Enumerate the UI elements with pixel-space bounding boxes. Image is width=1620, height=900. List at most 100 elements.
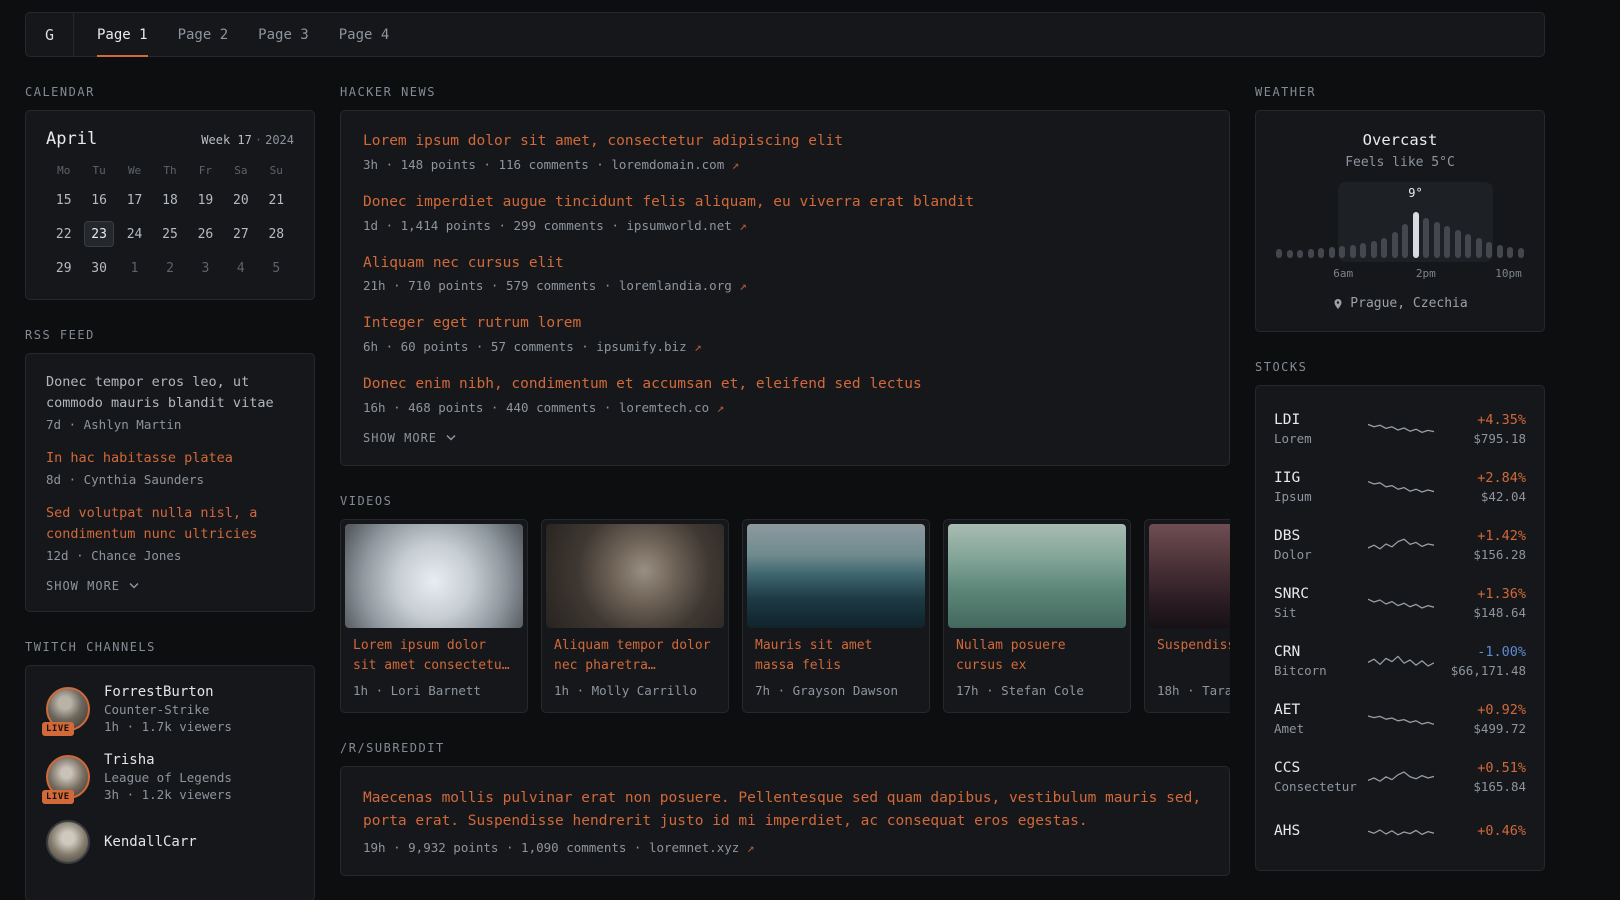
widget-label-stocks: STOCKS: [1255, 360, 1545, 374]
hackernews-item-title[interactable]: Lorem ipsum dolor sit amet, consectetur …: [363, 131, 1207, 153]
stock-row[interactable]: CRNBitcorn-1.00%$66,171.48: [1274, 632, 1526, 690]
stock-row[interactable]: DBSDolor+1.42%$156.28: [1274, 516, 1526, 574]
calendar-header: April Week 17·2024: [46, 129, 294, 149]
video-card[interactable]: Suspendisse diam 18h · Tara: [1144, 519, 1230, 713]
rss-item-meta: 12d · Chance Jones: [46, 548, 294, 563]
stock-values: +0.92% $499.72: [1442, 702, 1526, 736]
rss-list: Donec tempor eros leo, ut commodo mauris…: [46, 372, 294, 563]
video-meta: 17h · Stefan Cole: [956, 683, 1118, 698]
app-logo[interactable]: G: [26, 13, 74, 56]
hackernews-show-more-label: SHOW MORE: [363, 431, 437, 445]
weather-feels-like: Feels like 5°C: [1276, 155, 1524, 170]
weather-bar: [1360, 243, 1366, 258]
calendar-card: April Week 17·2024 MoTuWeThFrSaSu1516171…: [25, 110, 315, 300]
calendar-day: 25: [155, 221, 185, 247]
live-badge: LIVE: [42, 722, 74, 736]
rss-item-title[interactable]: Donec tempor eros leo, ut commodo mauris…: [46, 372, 294, 414]
hackernews-item-meta: 3h · 148 points · 116 comments · loremdo…: [363, 157, 1207, 172]
stocks-card: LDILorem+4.35%$795.18 IIG Ipsum +2.84%$42.0…: [1255, 385, 1545, 871]
hackernews-widget: HACKER NEWS Lorem ipsum dolor sit amet, …: [340, 85, 1230, 466]
hackernews-item-title[interactable]: Donec enim nibh, condimentum et accumsan…: [363, 374, 1207, 396]
stock-row[interactable]: AHS+0.46%: [1274, 806, 1526, 856]
weather-bar: [1455, 230, 1461, 258]
calendar-day: 24: [120, 221, 150, 247]
stock-row[interactable]: SNRCSit+1.36%$148.64: [1274, 574, 1526, 632]
rss-item-title[interactable]: In hac habitasse platea: [46, 448, 294, 469]
stock-sparkline: [1368, 818, 1434, 844]
hackernews-item: Integer eget rutrum lorem 6h · 60 points …: [363, 313, 1207, 354]
video-card-body: Mauris sit amet massa felis7h · Grayson …: [747, 628, 925, 708]
hackernews-item: Donec enim nibh, condimentum et accumsan…: [363, 374, 1207, 415]
weather-bar: [1371, 241, 1377, 258]
video-title[interactable]: Suspendisse diam: [1157, 636, 1230, 676]
video-thumbnail: [747, 524, 925, 628]
subreddit-item-title[interactable]: Maecenas mollis pulvinar erat non posuer…: [363, 787, 1207, 833]
stock-identity: CCSConsectetur: [1274, 760, 1360, 794]
rss-show-more-button[interactable]: SHOW MORE: [46, 579, 294, 593]
rss-card: Donec tempor eros leo, ut commodo mauris…: [25, 353, 315, 612]
video-card[interactable]: Mauris sit amet massa felis7h · Grayson …: [742, 519, 930, 713]
rss-item-title[interactable]: Sed volutpat nulla nisl, a condimentum n…: [46, 503, 294, 545]
hackernews-item-meta: 21h · 710 points · 579 comments · loreml…: [363, 278, 1207, 293]
video-card[interactable]: Lorem ipsum dolor sit amet consectetu…1h…: [340, 519, 528, 713]
stock-spark-wrap: [1368, 648, 1434, 674]
video-meta: 18h · Tara: [1157, 683, 1230, 698]
tab-page-4[interactable]: Page 4: [324, 13, 405, 56]
stock-ticker: IIG: [1274, 470, 1360, 486]
calendar-day: 5: [261, 255, 291, 281]
videos-widget: VIDEOS Lorem ipsum dolor sit amet consec…: [340, 494, 1230, 713]
calendar-day: 19: [190, 187, 220, 213]
calendar-day: 28: [261, 221, 291, 247]
stock-ticker: LDI: [1274, 412, 1360, 428]
stock-change: +1.36%: [1442, 586, 1526, 602]
video-card[interactable]: Aliquam tempor dolor nec pharetra… 1h · M…: [541, 519, 729, 713]
stock-values: +2.84%$42.04: [1442, 470, 1526, 504]
stock-spark-wrap: [1368, 706, 1434, 732]
stock-row[interactable]: AETAmet+0.92%$499.72: [1274, 690, 1526, 748]
hackernews-item-title[interactable]: Donec imperdiet augue tincidunt felis al…: [363, 192, 1207, 214]
twitch-avatar: LIVE: [46, 755, 90, 799]
stock-sparkline: [1368, 416, 1434, 442]
stock-spark-wrap: [1368, 590, 1434, 616]
video-title[interactable]: Nullam posuere cursus ex: [956, 636, 1118, 676]
twitch-channel-list: LIVEForrestBurtonCounter-Strike1h · 1.7k…: [46, 684, 294, 864]
video-title[interactable]: Mauris sit amet massa felis: [755, 636, 917, 676]
hackernews-show-more-button[interactable]: SHOW MORE: [363, 431, 1207, 445]
video-title[interactable]: Lorem ipsum dolor sit amet consectetu…: [353, 636, 515, 676]
tab-page-2[interactable]: Page 2: [163, 13, 244, 56]
video-meta: 1h · Molly Carrillo: [554, 683, 716, 698]
video-card[interactable]: Nullam posuere cursus ex 17h · Stefan Col…: [943, 519, 1131, 713]
weather-widget: WEATHER Overcast Feels like 5°C 9° 6am2p…: [1255, 85, 1545, 332]
weather-time-axis: 6am2pm10pm: [1276, 267, 1524, 281]
video-title[interactable]: Aliquam tempor dolor nec pharetra…: [554, 636, 716, 676]
stock-row[interactable]: LDILorem+4.35%$795.18: [1274, 400, 1526, 458]
stock-price: $499.72: [1442, 721, 1526, 736]
external-link-icon: ↗: [739, 218, 747, 233]
calendar-grid: MoTuWeThFrSaSu15161718192021222324252627…: [46, 163, 294, 281]
external-link-icon: ↗: [747, 840, 755, 855]
stock-spark-wrap: [1368, 532, 1434, 558]
subreddit-item-meta: 19h · 9,932 points · 1,090 comments · lo…: [363, 840, 1207, 855]
weather-bar: [1518, 248, 1524, 258]
stock-row[interactable]: CCSConsectetur+0.51%$165.84: [1274, 748, 1526, 806]
stock-sparkline: [1368, 532, 1434, 558]
weather-bar: [1350, 245, 1356, 258]
hackernews-item-title[interactable]: Integer eget rutrum lorem: [363, 313, 1207, 335]
stock-change: +4.35%: [1442, 412, 1526, 428]
tab-page-3[interactable]: Page 3: [243, 13, 324, 56]
twitch-channel[interactable]: KendallCarr: [46, 820, 294, 864]
weather-condition: Overcast: [1276, 131, 1524, 149]
stock-change: +0.92%: [1442, 702, 1526, 718]
tab-page-1[interactable]: Page 1: [82, 13, 163, 56]
external-link-icon: ↗: [694, 339, 702, 354]
twitch-channel[interactable]: LIVETrishaLeague of Legends3h · 1.2k vie…: [46, 752, 294, 802]
stock-price: $165.84: [1442, 779, 1526, 794]
weather-current-temp: 9°: [1408, 186, 1422, 200]
hackernews-item-title[interactable]: Aliquam nec cursus elit: [363, 253, 1207, 275]
twitch-channel[interactable]: LIVEForrestBurtonCounter-Strike1h · 1.7k…: [46, 684, 294, 734]
stock-change: +0.46%: [1442, 823, 1526, 839]
stock-row[interactable]: IIG Ipsum +2.84%$42.04: [1274, 458, 1526, 516]
hackernews-item-meta: 6h · 60 points · 57 comments · ipsumify.…: [363, 339, 1207, 354]
stock-name: Ipsum: [1274, 489, 1360, 504]
stock-price: $148.64: [1442, 605, 1526, 620]
